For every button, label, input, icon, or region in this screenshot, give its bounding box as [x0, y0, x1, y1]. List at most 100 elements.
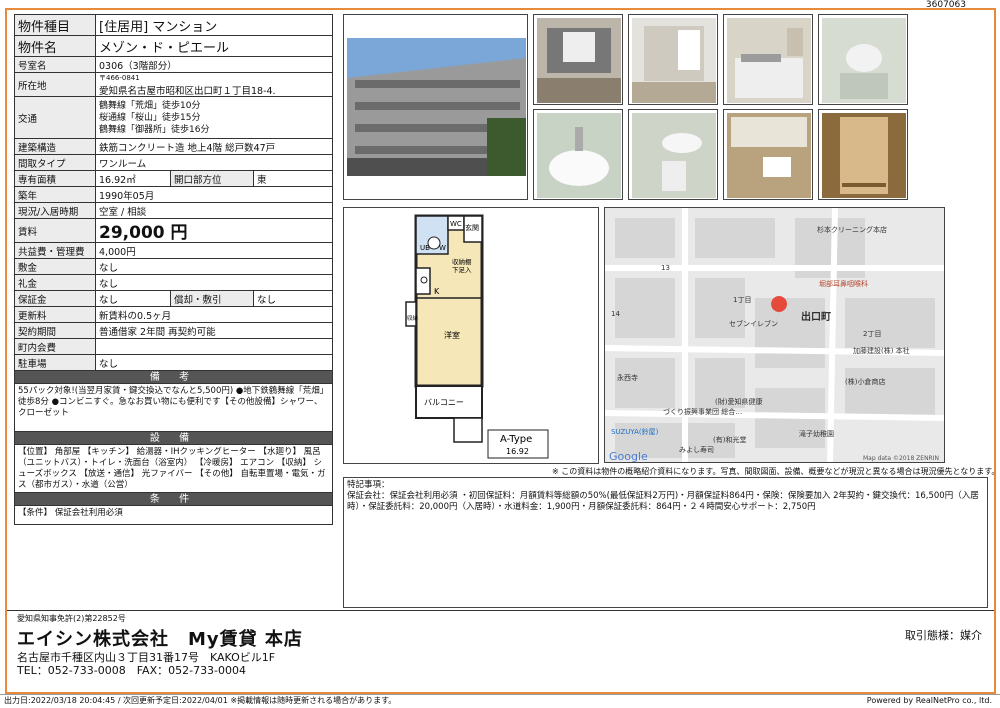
plan-label-shoebox: 下足入: [452, 266, 472, 274]
map-label: (株)小倉商店: [845, 377, 885, 386]
sink-illustration: [537, 113, 621, 198]
transit-line: 桜通線「桜山」徒歩15分: [99, 112, 201, 123]
floor-plan-drawing: WC UB W 玄関 収納棚 下足入 K 洋室 収納 バルコニー A-Type …: [405, 214, 549, 459]
output-date: 出力日:2022/03/18 20:04:45 / 次回更新予定日:2022/0…: [4, 696, 397, 705]
plan-label-room: 洋室: [444, 330, 460, 340]
row-renewal: 更新料 新賃料の0.5ヶ月: [15, 307, 332, 323]
map-label: 杉本クリーニング本店: [817, 225, 887, 234]
zip-code: 〒466-0841: [99, 73, 140, 82]
label-fee: 共益費・管理費: [15, 243, 96, 258]
value-key-money: なし: [99, 278, 119, 290]
toilet-photo: [628, 109, 718, 200]
closet-illustration: [822, 113, 906, 198]
room-photo-1: [533, 14, 623, 105]
row-status: 現況/入居時期 空室 / 相談: [15, 203, 332, 219]
label-built: 築年: [15, 187, 96, 202]
spec-table: 物件種目 [住居用] マンション 物件名 メゾン・ド・ピエール 号室名 0306…: [14, 14, 333, 525]
label-transit: 交通: [15, 97, 96, 138]
label-direction: 開口部方位: [170, 171, 254, 186]
value-name: メゾン・ド・ピエール: [99, 40, 230, 56]
value-area: 16.92㎡: [99, 174, 136, 186]
row-contract: 契約期間 普通借家 2年間 再契約可能: [15, 323, 332, 339]
label-renewal: 更新料: [15, 307, 96, 322]
output-info-bar: 出力日:2022/03/18 20:04:45 / 次回更新予定日:2022/0…: [0, 694, 1000, 708]
map-label: (有)和光堂: [713, 435, 746, 444]
plan-type: A-Type: [500, 434, 532, 445]
room-photo-2: [628, 14, 718, 105]
label-parking: 駐車場: [15, 355, 96, 370]
transit-line: 鶴舞線「荒畑」徒歩10分: [99, 100, 201, 111]
map-label: 滝子幼稚園: [799, 429, 834, 438]
license-number: 愛知県知事免許(2)第22852号: [17, 614, 126, 623]
remarks-heading: 備 考: [15, 371, 332, 384]
value-contract: 普通借家 2年間 再契約可能: [99, 326, 216, 338]
row-fee: 共益費・管理費 4,000円: [15, 243, 332, 259]
row-guarantee: 保証金 なし 償却・敷引 なし: [15, 291, 332, 307]
shoebox-illustration: [727, 113, 811, 198]
map-label: 2丁目: [863, 330, 881, 338]
map-drawing: 杉本クリーニング本店 堀部耳鼻咽喉科 1丁目 出口町 セブンイレブン 2丁目 加…: [605, 208, 944, 462]
map-label: SUZUYA(鈴屋): [611, 427, 659, 436]
value-association: [96, 339, 332, 354]
map-label: 14: [611, 310, 620, 318]
plan-area: 16.92: [506, 447, 529, 456]
plan-label-wc: WC: [450, 220, 462, 228]
row-address: 所在地 〒466-0841 愛知県名古屋市昭和区出口町１丁目18-4.: [15, 73, 332, 97]
value-address: 〒466-0841 愛知県名古屋市昭和区出口町１丁目18-4.: [96, 73, 332, 97]
label-structure: 建築構造: [15, 139, 96, 154]
washbasin-photo: [533, 109, 623, 200]
row-area: 専有面積 16.92㎡ 開口部方位 東: [15, 171, 332, 187]
row-type: 物件種目 [住居用] マンション: [15, 15, 332, 36]
value-layout: ワンルーム: [99, 158, 147, 170]
label-amortization: 償却・敷引: [170, 291, 254, 306]
label-contract: 契約期間: [15, 323, 96, 338]
plan-label-balcony: バルコニー: [424, 398, 464, 407]
label-layout: 間取タイプ: [15, 155, 96, 170]
value-transit: 鶴舞線「荒畑」徒歩10分 桜通線「桜山」徒歩15分 鶴舞線「御器所」徒歩16分: [96, 97, 332, 138]
row-parking: 駐車場 なし: [15, 355, 332, 371]
map-credit: Map data ©2018 ZENRIN: [863, 455, 939, 462]
building-illustration: [347, 18, 526, 198]
row-name: 物件名 メゾン・ド・ピエール: [15, 36, 332, 57]
location-map: 杉本クリーニング本店 堀部耳鼻咽喉科 1丁目 出口町 セブンイレブン 2丁目 加…: [604, 207, 945, 463]
value-built: 1990年05月: [99, 190, 155, 202]
disclaimer: ※ この資料は物件の概略紹介資料になります。写真、間取図面、設備、概要などが現況…: [552, 467, 1000, 476]
notes-text: 保証会社：保証会社利用必須 ・初回保証料：月額賃料等総額の50%(最低保証料2万…: [347, 491, 979, 512]
company-phone: TEL：052-733-0008 FAX：052-733-0004: [17, 664, 247, 677]
row-layout: 間取タイプ ワンルーム: [15, 155, 332, 171]
map-label: セブンイレブン: [729, 319, 778, 328]
map-label: づくり振興事業団 総合…: [663, 407, 742, 416]
row-room: 号室名 0306（3階部分）: [15, 57, 332, 73]
map-label: みよし寿司: [679, 445, 714, 454]
closet-photo: [818, 109, 908, 200]
company-name: エイシン株式会社 My賃貸 本店: [17, 629, 303, 650]
toilet-illustration: [632, 113, 716, 198]
label-association: 町内会費: [15, 339, 96, 354]
label-status: 現況/入居時期: [15, 203, 96, 218]
value-type: [住居用] マンション: [99, 19, 218, 35]
transaction-type: 取引態様：媒介: [905, 629, 982, 642]
floor-plan: WC UB W 玄関 収納棚 下足入 K 洋室 収納 バルコニー A-Type …: [343, 207, 599, 464]
map-label: 13: [661, 264, 670, 272]
label-key-money: 礼金: [15, 275, 96, 290]
transit-line: 鶴舞線「御器所」徒歩16分: [99, 124, 210, 135]
row-key-money: 礼金 なし: [15, 275, 332, 291]
row-deposit: 敷金 なし: [15, 259, 332, 275]
plan-label-wm: W: [439, 244, 446, 252]
plan-label-storage: 収納棚: [452, 257, 472, 266]
room-illustration: [537, 18, 621, 103]
map-label: (財)愛知県健康: [715, 397, 762, 406]
powered-by: Powered by RealNetPro co., ltd.: [866, 696, 992, 705]
remarks-text: 55パック対象!(当翌月家賃・鍵交換込でなんと5,500円) ●地下鉄鶴舞線「荒…: [15, 384, 332, 432]
value-rent: 29,000 円: [99, 223, 188, 243]
label-guarantee: 保証金: [15, 291, 96, 306]
value-room: 0306（3階部分）: [99, 60, 177, 72]
label-address: 所在地: [15, 73, 96, 96]
plan-label-ub: UB: [420, 244, 430, 252]
map-label: 出口町: [801, 310, 831, 323]
bath-photo: [818, 14, 908, 105]
label-name: 物件名: [15, 36, 96, 56]
value-deposit: なし: [99, 262, 119, 274]
value-guarantee: なし: [99, 294, 119, 306]
label-type: 物件種目: [15, 15, 96, 35]
